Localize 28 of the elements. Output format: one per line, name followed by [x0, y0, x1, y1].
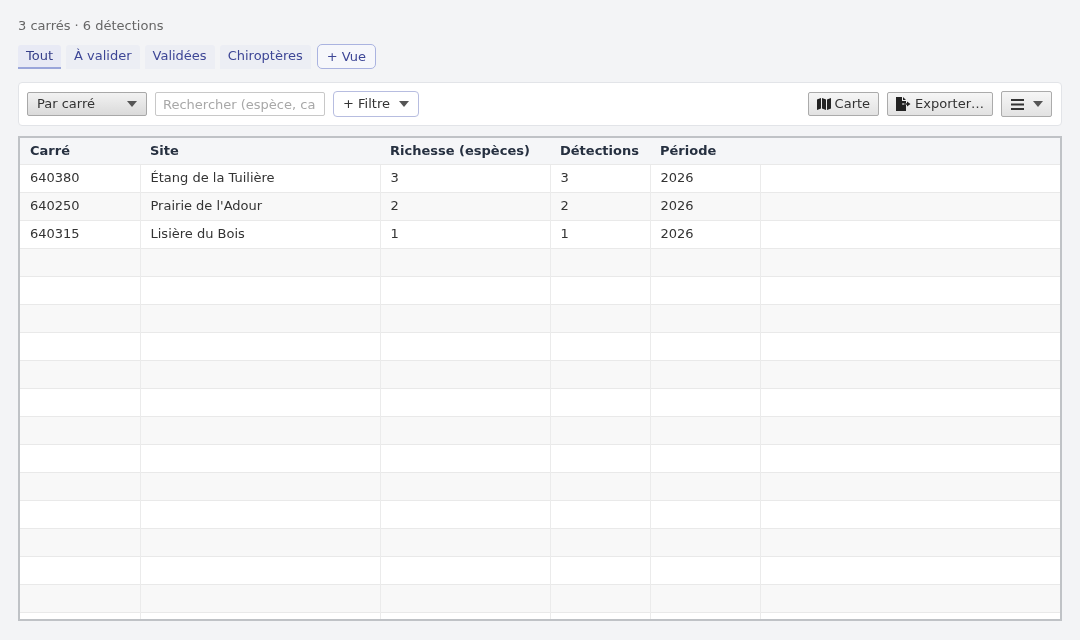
table-cell: Prairie de l'Adour	[140, 192, 380, 220]
table-cell: 640250	[20, 192, 140, 220]
table-cell: 2	[380, 192, 550, 220]
search-field[interactable]: Rechercher (espèce, ca	[155, 92, 325, 116]
column-header[interactable]: Site	[140, 138, 380, 164]
view-tab[interactable]: À valider	[66, 44, 140, 69]
export-button[interactable]: Exporter…	[887, 92, 993, 116]
view-tab[interactable]: Chiroptères	[219, 44, 311, 69]
column-header[interactable]: Carré	[20, 138, 140, 164]
menu-button[interactable]	[1001, 91, 1052, 117]
table-cell: 2026	[650, 192, 760, 220]
map-icon	[816, 98, 831, 110]
file-export-icon	[896, 97, 912, 111]
caret-icon	[398, 101, 409, 107]
column-header[interactable]: Détections	[550, 138, 650, 164]
add-view-button[interactable]: + Vue	[316, 44, 377, 69]
column-header[interactable]: Période	[650, 138, 760, 164]
menu-icon	[1010, 98, 1024, 110]
filter-button[interactable]: + Filtre	[333, 91, 419, 117]
group-by-select[interactable]: Par carré	[27, 92, 147, 116]
table-cell: 2	[550, 192, 650, 220]
caret-icon	[1032, 101, 1043, 107]
map-button[interactable]: Carte	[807, 92, 880, 116]
column-header[interactable]: Richesse (espèces)	[380, 138, 550, 164]
summary-text: 3 carrés · 6 détections	[18, 17, 165, 35]
caret-icon	[127, 101, 137, 107]
view-tab[interactable]: Tout	[18, 44, 62, 69]
view-tab[interactable]: Validées	[144, 44, 215, 69]
